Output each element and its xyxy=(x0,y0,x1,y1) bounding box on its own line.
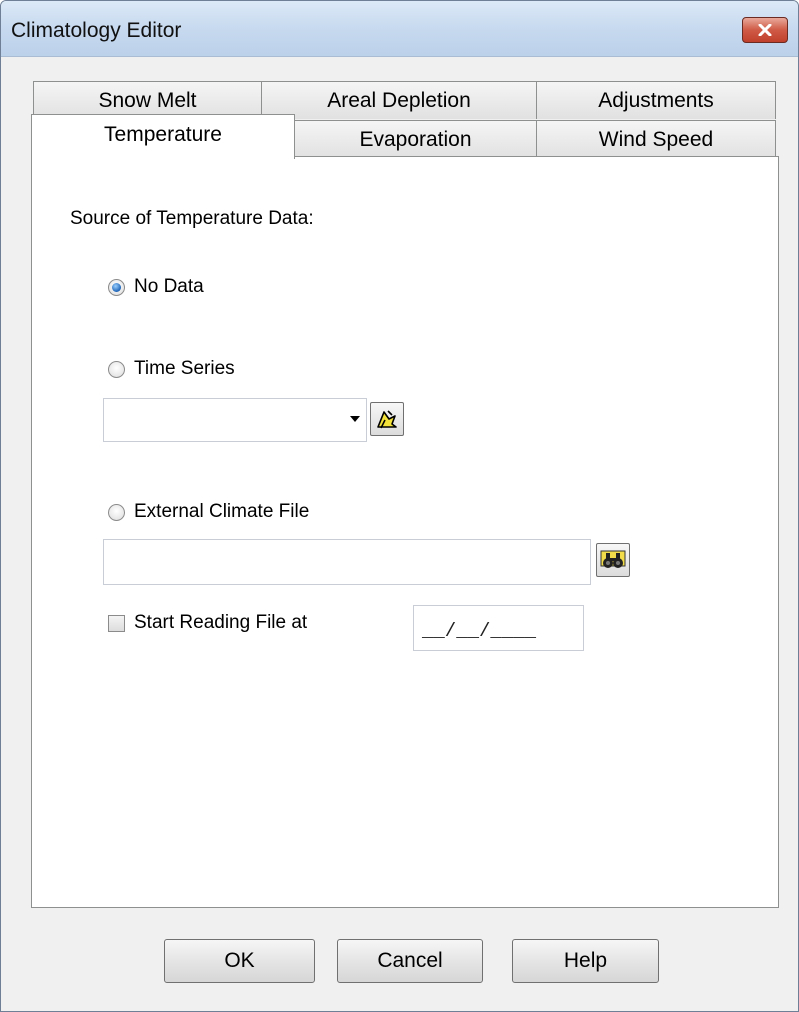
climatology-editor-window: Climatology Editor Snow Melt Areal Deple… xyxy=(0,0,799,1012)
tab-evaporation[interactable]: Evaporation xyxy=(294,120,537,158)
tab-label: Areal Depletion xyxy=(327,88,471,112)
ok-button-label: OK xyxy=(224,949,255,972)
edit-time-series-button[interactable] xyxy=(370,402,404,436)
radio-selected-dot xyxy=(112,283,121,292)
cancel-button-label: Cancel xyxy=(377,949,443,972)
edit-icon xyxy=(377,410,397,429)
tab-label: Temperature xyxy=(104,123,222,146)
tab-temperature[interactable]: Temperature xyxy=(31,114,295,159)
help-button[interactable]: Help xyxy=(512,939,659,983)
title-bar: Climatology Editor xyxy=(1,1,798,57)
start-date-value: __/__/____ xyxy=(422,620,537,642)
source-label: Source of Temperature Data: xyxy=(70,208,314,229)
window-title: Climatology Editor xyxy=(11,19,182,42)
chevron-down-icon xyxy=(350,416,360,422)
cancel-button[interactable]: Cancel xyxy=(337,939,483,983)
help-button-label: Help xyxy=(563,949,608,972)
browse-file-button[interactable] xyxy=(596,543,630,577)
close-button[interactable] xyxy=(742,17,788,43)
no-data-radio[interactable] xyxy=(108,279,125,296)
tab-label: Wind Speed xyxy=(598,127,714,151)
ok-button[interactable]: OK xyxy=(164,939,315,983)
external-file-radio[interactable] xyxy=(108,504,125,521)
tab-label: Adjustments xyxy=(598,88,714,112)
tab-adjustments[interactable]: Adjustments xyxy=(536,81,776,119)
external-file-label: External Climate File xyxy=(134,501,310,522)
binoculars-icon xyxy=(600,550,626,568)
start-reading-checkbox[interactable] xyxy=(108,615,125,632)
time-series-dropdown[interactable] xyxy=(103,398,367,442)
temperature-panel: Source of Temperature Data: No Data Time… xyxy=(31,156,779,908)
no-data-label: No Data xyxy=(134,276,204,297)
close-icon xyxy=(758,24,772,36)
external-file-path-input[interactable] xyxy=(103,539,591,585)
time-series-label: Time Series xyxy=(134,358,235,379)
tab-areal-depletion[interactable]: Areal Depletion xyxy=(261,81,537,119)
start-date-input[interactable]: __/__/____ xyxy=(413,605,584,651)
time-series-radio[interactable] xyxy=(108,361,125,378)
tab-wind-speed[interactable]: Wind Speed xyxy=(536,120,776,158)
tab-label: Snow Melt xyxy=(98,88,197,112)
tab-label: Evaporation xyxy=(359,127,472,151)
start-reading-label: Start Reading File at xyxy=(134,612,308,633)
